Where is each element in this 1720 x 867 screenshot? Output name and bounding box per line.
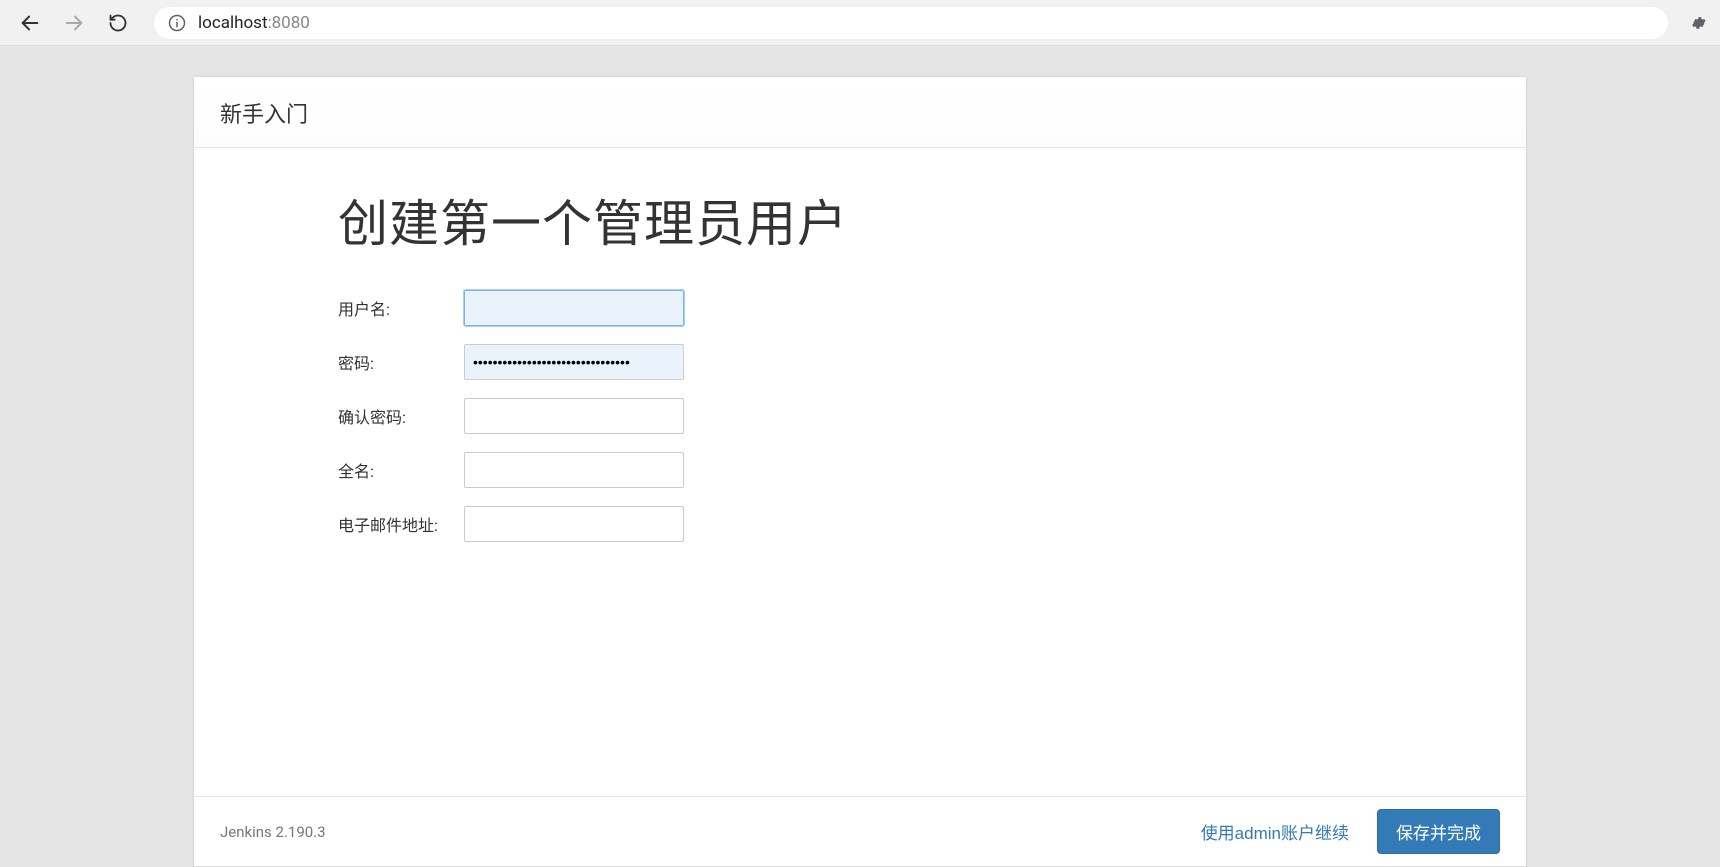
form-row-confirm: 确认密码: [338,398,1382,434]
modal-body: 创建第一个管理员用户 用户名: 密码: 确认密码: 全名: 电子邮件地址: [194,148,1526,796]
password-input[interactable] [464,344,684,380]
back-button[interactable] [12,5,48,41]
fullname-label: 全名: [338,458,464,482]
address-bar[interactable]: localhost:8080 [154,7,1668,39]
continue-as-admin-link[interactable]: 使用admin账户继续 [1201,819,1349,844]
email-label: 电子邮件地址: [338,512,464,536]
confirm-password-label: 确认密码: [338,404,464,428]
url-text: localhost:8080 [198,13,310,33]
page-background: 新手入门 创建第一个管理员用户 用户名: 密码: 确认密码: 全名: 电子邮件地 [0,46,1720,867]
modal-footer: Jenkins 2.190.3 使用admin账户继续 保存并完成 [194,796,1526,866]
site-info-icon[interactable] [168,14,186,32]
form-row-username: 用户名: [338,290,1382,326]
form-row-email: 电子邮件地址: [338,506,1382,542]
form-row-fullname: 全名: [338,452,1382,488]
confirm-password-input[interactable] [464,398,684,434]
form-row-password: 密码: [338,344,1382,380]
save-and-finish-button[interactable]: 保存并完成 [1377,809,1500,854]
browser-toolbar: localhost:8080 [0,0,1720,46]
footer-actions: 使用admin账户继续 保存并完成 [1201,809,1500,854]
settings-icon[interactable] [1688,13,1708,33]
setup-wizard-modal: 新手入门 创建第一个管理员用户 用户名: 密码: 确认密码: 全名: 电子邮件地 [193,76,1527,867]
username-input[interactable] [464,290,684,326]
email-input[interactable] [464,506,684,542]
reload-button[interactable] [100,5,136,41]
modal-header-title: 新手入门 [220,103,308,128]
username-label: 用户名: [338,296,464,320]
jenkins-version: Jenkins 2.190.3 [220,823,326,841]
page-title: 创建第一个管理员用户 [338,184,1382,256]
password-label: 密码: [338,350,464,374]
forward-button[interactable] [56,5,92,41]
modal-header: 新手入门 [194,77,1526,148]
fullname-input[interactable] [464,452,684,488]
